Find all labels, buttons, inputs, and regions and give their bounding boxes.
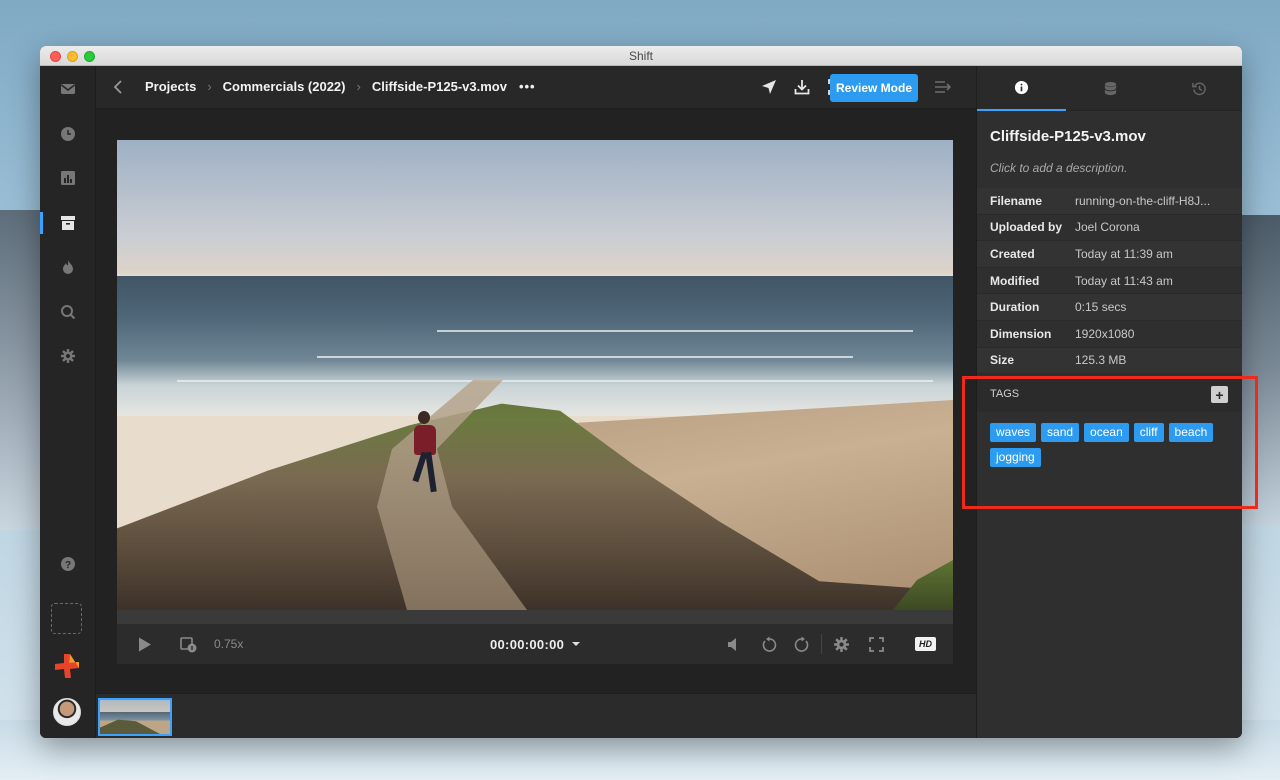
tag-jogging[interactable]: jogging: [990, 448, 1041, 467]
meta-row-filename: Filename running-on-the-cliff-H8J...: [977, 188, 1242, 215]
help-icon[interactable]: ?: [58, 554, 78, 574]
flame-icon[interactable]: [58, 257, 78, 277]
add-tag-button[interactable]: +: [1211, 386, 1228, 403]
file-title: Cliffside-P125-v3.mov: [990, 128, 1146, 145]
meta-key: Size: [990, 353, 1015, 368]
archive-icon[interactable]: [58, 213, 78, 233]
video-runner: [414, 425, 436, 455]
top-toolbar: Projects › Commercials (2022) › Cliffsid…: [96, 66, 976, 109]
hd-quality-badge[interactable]: HD: [915, 635, 936, 653]
chart-icon[interactable]: [58, 168, 78, 188]
meta-row-duration: Duration 0:15 secs: [977, 294, 1242, 321]
history-icon: [1192, 82, 1206, 96]
meta-value: Joel Corona: [1075, 220, 1140, 235]
video-runner-head: [418, 411, 430, 424]
tab-database[interactable]: [1066, 66, 1155, 111]
main-area: Projects › Commercials (2022) › Cliffsid…: [96, 66, 976, 738]
sidebar-active-indicator: [40, 212, 43, 234]
sidebar: ?: [40, 66, 96, 738]
back-chevron-icon[interactable]: [112, 79, 126, 95]
timecode-display[interactable]: 00:00:00:00: [490, 635, 564, 653]
breadcrumb: Projects › Commercials (2022) › Cliffsid…: [145, 79, 536, 94]
meta-row-dimension: Dimension 1920x1080: [977, 321, 1242, 348]
fullscreen-icon[interactable]: [867, 635, 885, 653]
video-sea: [117, 276, 953, 416]
meta-value: running-on-the-cliff-H8J...: [1075, 193, 1211, 208]
meta-value: 0:15 secs: [1075, 300, 1127, 315]
shift-logo-icon[interactable]: [52, 651, 82, 681]
meta-key: Created: [990, 246, 1035, 261]
settings-gear-icon[interactable]: [832, 635, 850, 653]
playback-speed-icon[interactable]: [179, 635, 197, 653]
hd-badge-label: HD: [915, 637, 936, 651]
playback-speed-label[interactable]: 0.75x: [214, 635, 243, 653]
title-bar: Shift: [40, 46, 1242, 66]
breadcrumb-projects[interactable]: Projects: [145, 79, 196, 94]
chevron-right-icon: ›: [207, 79, 212, 94]
meta-key: Uploaded by: [990, 220, 1063, 235]
breadcrumb-current-file: Cliffside-P125-v3.mov: [371, 79, 507, 94]
volume-icon[interactable]: [725, 635, 743, 653]
tab-info[interactable]: [977, 66, 1066, 111]
meta-row-modified: Modified Today at 11:43 am: [977, 268, 1242, 295]
info-icon: [1014, 80, 1029, 95]
tab-history[interactable]: [1155, 66, 1242, 111]
player-controls: 0.75x 00:00:00:00 HD: [117, 624, 953, 664]
tags-title: TAGS: [990, 388, 1020, 400]
tag-sand[interactable]: sand: [1041, 423, 1080, 442]
description-field[interactable]: Click to add a description.: [990, 161, 1127, 175]
meta-value: 1920x1080: [1075, 326, 1135, 341]
inbox-icon[interactable]: [58, 79, 78, 99]
video-preview[interactable]: [117, 140, 953, 610]
meta-value: 125.3 MB: [1075, 353, 1127, 368]
more-options-button[interactable]: •••: [519, 79, 536, 94]
tag-beach[interactable]: beach: [1168, 423, 1214, 442]
tags-list: waves sand ocean cliff beach jogging: [990, 423, 1230, 467]
info-panel: Cliffside-P125-v3.mov Click to add a des…: [976, 66, 1242, 738]
review-mode-button[interactable]: Review Mode: [830, 74, 918, 102]
app-window: Shift ? Projects › Commercials (2022) › …: [40, 46, 1242, 738]
meta-value: Today at 11:43 am: [1075, 273, 1173, 288]
download-icon[interactable]: [793, 78, 811, 96]
meta-key: Dimension: [990, 326, 1052, 341]
timecode-dropdown-icon[interactable]: [569, 635, 583, 653]
desktop-mountain-left: [0, 210, 40, 530]
tag-cliff[interactable]: cliff: [1133, 423, 1164, 442]
meta-key: Duration: [990, 300, 1040, 315]
svg-text:?: ?: [65, 560, 71, 571]
meta-row-size: Size 125.3 MB: [977, 347, 1242, 375]
meta-row-uploaded-by: Uploaded by Joel Corona: [977, 215, 1242, 242]
meta-value: Today at 11:39 am: [1075, 246, 1173, 261]
database-icon: [1104, 81, 1117, 96]
add-workspace-placeholder[interactable]: [51, 603, 82, 634]
panel-toggle-icon[interactable]: [934, 79, 952, 95]
gear-icon[interactable]: [58, 346, 78, 366]
info-tabs: [977, 66, 1242, 111]
meta-key: Filename: [990, 193, 1043, 208]
meta-row-created: Created Today at 11:39 am: [977, 241, 1242, 268]
window-title: Shift: [628, 49, 653, 63]
desktop-mountain-right: [1240, 215, 1280, 525]
fast-forward-icon[interactable]: [792, 635, 810, 653]
breadcrumb-commercials[interactable]: Commercials (2022): [223, 79, 346, 94]
controls-divider: [821, 634, 822, 654]
tag-waves[interactable]: waves: [990, 423, 1037, 442]
send-icon[interactable]: [760, 78, 778, 96]
play-icon[interactable]: [135, 635, 153, 653]
chevron-right-icon: ›: [356, 79, 361, 94]
rewind-icon[interactable]: [760, 635, 778, 653]
filmstrip: [96, 693, 976, 738]
search-icon[interactable]: [58, 302, 78, 322]
avatar[interactable]: [53, 698, 81, 726]
clock-icon[interactable]: [58, 124, 78, 144]
filmstrip-thumbnail[interactable]: [98, 698, 172, 736]
metadata-table: Filename running-on-the-cliff-H8J... Upl…: [977, 188, 1242, 375]
playback-progress-bar[interactable]: [117, 610, 953, 624]
tags-header: TAGS +: [977, 376, 1242, 412]
meta-key: Modified: [990, 273, 1040, 288]
tag-ocean[interactable]: ocean: [1084, 423, 1129, 442]
